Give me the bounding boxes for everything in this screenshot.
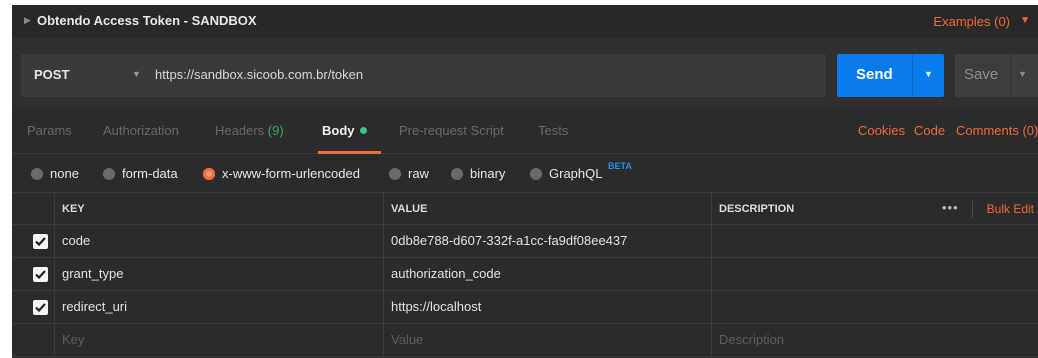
radio-binary[interactable]: binary [451, 166, 506, 181]
url-input[interactable]: https://sandbox.sicoob.com.br/token [155, 67, 363, 82]
row-description[interactable] [711, 258, 1038, 290]
header-key: KEY [54, 193, 383, 224]
row-checkbox[interactable] [33, 267, 48, 282]
radio-label: binary [470, 166, 506, 181]
new-description-input[interactable]: Description [711, 324, 1038, 356]
radio-none[interactable]: none [31, 166, 79, 181]
tab-body[interactable]: Body [322, 123, 367, 138]
radio-raw[interactable]: raw [389, 166, 429, 181]
radio-label: raw [408, 166, 429, 181]
row-checkbox-cell [12, 324, 54, 356]
body-indicator-dot [359, 127, 367, 134]
radio-dot [31, 168, 43, 180]
body-type-selector: none form-data x-www-form-urlencoded raw… [12, 154, 1038, 192]
tab-tests[interactable]: Tests [538, 123, 568, 138]
save-divider [1010, 54, 1011, 97]
tab-params[interactable]: Params [27, 123, 72, 138]
row-key[interactable]: code [54, 225, 383, 257]
header-divider [972, 201, 973, 218]
url-input-group: POST ▼ https://sandbox.sicoob.com.br/tok… [21, 54, 826, 97]
request-title[interactable]: Obtendo Access Token - SANDBOX [37, 13, 257, 28]
radio-dot-selected [203, 168, 215, 180]
cookies-link[interactable]: Cookies [858, 123, 905, 138]
comments-link[interactable]: Comments (0) [956, 123, 1038, 138]
table-header-row: KEY VALUE DESCRIPTION ••• Bulk Edit [12, 192, 1038, 225]
radio-label: form-data [122, 166, 178, 181]
chevron-down-icon[interactable]: ▼ [924, 69, 933, 79]
send-divider [912, 54, 913, 97]
code-link[interactable]: Code [914, 123, 945, 138]
save-button[interactable]: Save ▼ [955, 54, 1038, 97]
radio-label: none [50, 166, 79, 181]
radio-label: GraphQL [549, 166, 603, 181]
row-description[interactable] [711, 225, 1038, 257]
row-checkbox[interactable] [33, 300, 48, 315]
tab-body-label: Body [322, 123, 355, 138]
checkmark-icon [35, 303, 46, 313]
row-checkbox[interactable] [33, 234, 48, 249]
request-title-bar: ▶ Obtendo Access Token - SANDBOX Example… [12, 5, 1038, 38]
row-value[interactable]: 0db8e788-d607-332f-a1cc-fa9df08ee437 [383, 225, 711, 257]
radio-graphql[interactable]: GraphQL [530, 166, 603, 181]
new-key-input[interactable]: Key [54, 324, 383, 356]
table-row: code 0db8e788-d607-332f-a1cc-fa9df08ee43… [12, 225, 1038, 258]
tab-headers-label: Headers [215, 123, 265, 138]
radio-dot [451, 168, 463, 180]
row-key[interactable]: grant_type [54, 258, 383, 290]
examples-dropdown[interactable]: Examples (0) [933, 14, 1010, 29]
header-checkbox-cell [12, 193, 54, 224]
send-button-label: Send [856, 66, 893, 83]
caret-right-icon[interactable]: ▶ [24, 15, 31, 26]
radio-form-data[interactable]: form-data [103, 166, 178, 181]
graphql-beta-badge: BETA [608, 161, 632, 171]
url-bar-row: POST ▼ https://sandbox.sicoob.com.br/tok… [12, 38, 1038, 106]
bulk-edit-link[interactable]: Bulk Edit [987, 193, 1034, 225]
checkmark-icon [35, 237, 46, 247]
send-button[interactable]: Send ▼ [837, 54, 944, 97]
table-row: grant_type authorization_code [12, 258, 1038, 291]
tab-headers[interactable]: Headers (9) [215, 123, 284, 138]
radio-label: x-www-form-urlencoded [222, 166, 360, 181]
row-description[interactable] [711, 291, 1038, 323]
tab-pre-request-script[interactable]: Pre-request Script [399, 123, 504, 138]
row-checkbox-cell [12, 225, 54, 257]
new-value-input[interactable]: Value [383, 324, 711, 356]
chevron-down-icon[interactable]: ▼ [1020, 15, 1030, 26]
row-key[interactable]: redirect_uri [54, 291, 383, 323]
radio-dot [103, 168, 115, 180]
tab-headers-count: (9) [267, 123, 284, 138]
radio-dot [530, 168, 542, 180]
table-row-new: Key Value Description [12, 324, 1038, 357]
checkmark-icon [35, 270, 46, 280]
form-params-table: KEY VALUE DESCRIPTION ••• Bulk Edit code… [12, 192, 1038, 358]
radio-x-www-form-urlencoded[interactable]: x-www-form-urlencoded [203, 166, 360, 181]
chevron-down-icon[interactable]: ▼ [132, 69, 141, 79]
row-value[interactable]: https://localhost [383, 291, 711, 323]
row-checkbox-cell [12, 258, 54, 290]
more-options-icon[interactable]: ••• [942, 193, 959, 223]
header-value: VALUE [383, 193, 711, 224]
request-tabs: Params Authorization Headers (9) Body Pr… [12, 106, 1038, 154]
radio-dot [389, 168, 401, 180]
method-select[interactable]: POST [34, 67, 69, 82]
postman-request-panel: ▶ Obtendo Access Token - SANDBOX Example… [12, 5, 1038, 358]
table-row: redirect_uri https://localhost [12, 291, 1038, 324]
chevron-down-icon[interactable]: ▼ [1018, 69, 1027, 79]
save-button-label: Save [964, 66, 999, 83]
row-checkbox-cell [12, 291, 54, 323]
tab-authorization[interactable]: Authorization [103, 123, 179, 138]
row-value[interactable]: authorization_code [383, 258, 711, 290]
